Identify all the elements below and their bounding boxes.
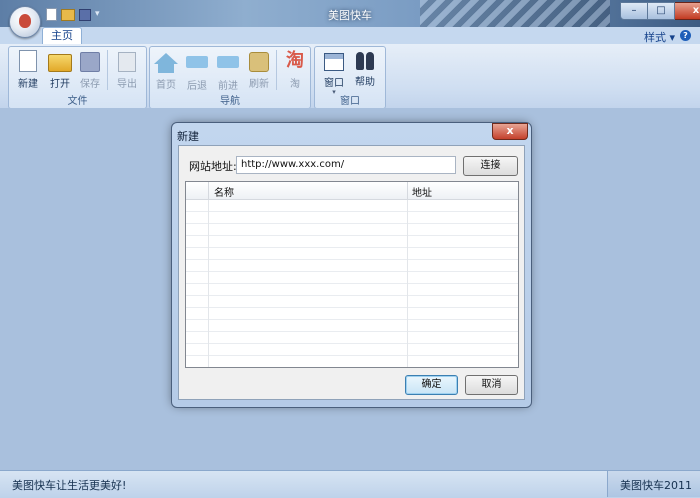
new-button[interactable]: 新建 (13, 50, 43, 90)
minimize-button[interactable]: – (620, 2, 648, 20)
table-rows (186, 200, 518, 367)
folder-open-icon (48, 54, 72, 72)
row-header-corner (186, 182, 209, 199)
export-button[interactable]: 导出 (112, 50, 142, 90)
save-icon (80, 52, 100, 72)
quick-save-icon[interactable] (79, 9, 91, 21)
taobao-icon: 淘 (286, 50, 304, 71)
ribbon-group-label: 文件 (67, 96, 88, 107)
ribbon-separator (276, 50, 277, 90)
table-header: 名称 地址 (186, 182, 518, 200)
dialog-title: 新建 (177, 130, 199, 143)
refresh-button-label: 刷新 (249, 79, 269, 90)
style-menu-label: 样式 (644, 31, 666, 44)
column-divider (407, 200, 408, 367)
open-button-label: 打开 (50, 79, 70, 90)
save-button[interactable]: 保存 (75, 50, 105, 90)
status-version: 美图快车2011 (620, 479, 692, 492)
forward-arrow-icon (217, 56, 239, 68)
url-label: 网站地址: (189, 160, 237, 173)
export-button-label: 导出 (117, 79, 137, 90)
window-icon (324, 53, 344, 71)
window-controls: – □ x (620, 2, 700, 20)
app-logo-icon (19, 14, 31, 28)
forward-button-label: 前进 (218, 81, 238, 92)
forward-button[interactable]: 前进 (213, 50, 243, 92)
tab-home[interactable]: 主页 (42, 27, 82, 45)
help-icon[interactable]: ? (680, 30, 691, 41)
status-message: 美图快车让生活更美好! (12, 479, 127, 492)
quick-access-customize-icon[interactable]: ▾ (95, 8, 103, 21)
column-header-name[interactable]: 名称 (214, 184, 234, 199)
home-icon-base (158, 64, 174, 73)
url-input[interactable] (236, 156, 456, 174)
cancel-button[interactable]: 取消 (465, 375, 518, 395)
quick-open-icon[interactable] (61, 9, 75, 21)
app-menu-button[interactable] (9, 6, 41, 38)
export-icon (118, 52, 136, 72)
ok-button[interactable]: 确定 (405, 375, 458, 395)
back-arrow-icon (186, 56, 208, 68)
open-button[interactable]: 打开 (45, 50, 75, 90)
quick-access-toolbar: ▾ (46, 8, 103, 21)
quick-new-icon[interactable] (46, 8, 57, 21)
ribbon-separator (107, 50, 108, 90)
column-divider (208, 200, 209, 367)
back-button[interactable]: 后退 (182, 50, 212, 92)
help-button-label: 帮助 (355, 77, 375, 88)
taobao-button[interactable]: 淘 淘 (280, 50, 310, 90)
style-menu[interactable]: 样式 ▾ (644, 29, 675, 45)
refresh-button[interactable]: 刷新 (244, 50, 274, 90)
new-button-label: 新建 (18, 79, 38, 90)
ribbon-group-label: 导航 (220, 96, 240, 107)
home-icon (154, 53, 178, 64)
window-button-label: 窗口 (324, 78, 344, 89)
help-button[interactable]: 帮助 (350, 50, 380, 88)
connect-button[interactable]: 连接 (463, 156, 518, 176)
ribbon-tab-row (0, 27, 700, 44)
dialog-close-button[interactable]: x (492, 123, 528, 140)
home-button[interactable]: 首页 (151, 50, 181, 91)
close-button[interactable]: x (675, 2, 700, 20)
back-button-label: 后退 (187, 81, 207, 92)
save-button-label: 保存 (80, 79, 100, 90)
window-title: 美图快车 (328, 9, 372, 22)
maximize-button[interactable]: □ (648, 2, 675, 20)
new-document-icon (19, 50, 37, 72)
taobao-button-label: 淘 (290, 79, 300, 90)
site-table[interactable]: 名称 地址 (185, 181, 519, 368)
home-button-label: 首页 (156, 80, 176, 91)
window-menu-button[interactable]: 窗口 ▾ (319, 50, 349, 96)
binoculars-help-icon (355, 52, 375, 70)
refresh-icon (249, 52, 269, 72)
column-header-address[interactable]: 地址 (412, 184, 432, 199)
chevron-down-icon: ▾ (332, 88, 336, 96)
column-divider (407, 182, 408, 199)
